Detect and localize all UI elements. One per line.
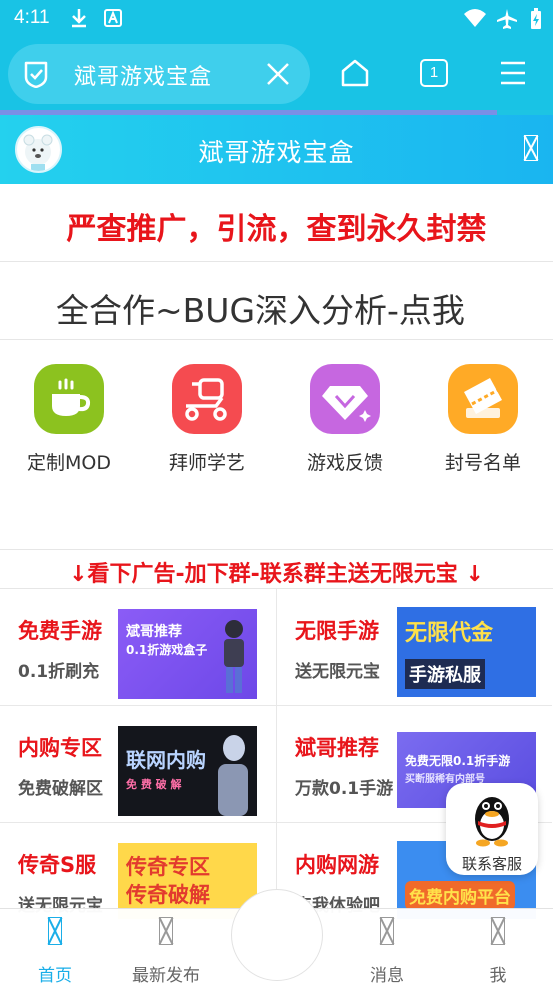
card-subtitle: 0.1折刷充 bbox=[18, 662, 100, 682]
nav-item-latest[interactable]: 最新发布 bbox=[111, 917, 221, 983]
bottom-navigation: 首页 最新发布 消息 我 bbox=[0, 889, 553, 983]
address-bar-title: 斌哥游戏宝盒 bbox=[74, 65, 213, 90]
person-illustration-icon bbox=[224, 620, 244, 693]
card-image-text: 免 费 破 解 bbox=[126, 778, 182, 791]
home-tab-icon bbox=[48, 917, 62, 945]
nav-item-home[interactable]: 首页 bbox=[0, 917, 110, 983]
nav-label: 消息 bbox=[370, 966, 404, 983]
grid-item-custom-mod[interactable]: 定制MOD bbox=[0, 364, 138, 475]
card-title: 内购专区 bbox=[18, 736, 102, 760]
battery-icon bbox=[531, 8, 541, 29]
nav-label: 最新发布 bbox=[132, 966, 200, 983]
card-image-text: 无限代金 bbox=[405, 621, 494, 646]
grid-label: 游戏反馈 bbox=[306, 452, 383, 474]
card-image-text: 斌哥推荐 bbox=[126, 624, 182, 640]
person-illustration-icon bbox=[218, 735, 248, 816]
messages-tab-icon bbox=[380, 917, 394, 945]
card-banner-image: 斌哥推荐 0.1折游戏盒子 bbox=[118, 609, 257, 699]
card-banner-image: 联网内购 免 费 破 解 bbox=[118, 726, 257, 816]
wifi-icon bbox=[464, 9, 486, 27]
grid-label: 定制MOD bbox=[27, 452, 111, 474]
profile-tab-icon bbox=[491, 917, 505, 945]
app-header: 斌哥游戏宝盒 bbox=[0, 115, 553, 184]
center-action-button[interactable] bbox=[231, 889, 323, 981]
card-title: 内购网游 bbox=[295, 853, 379, 877]
feature-grid: 定制MOD 拜师学艺 游戏反馈 封号名单 bbox=[0, 340, 553, 550]
game-card[interactable]: 无限手游 送无限元宝 无限代金 手游私服 bbox=[276, 589, 552, 706]
card-image-text: 联网内购 bbox=[126, 748, 206, 772]
ad-banner[interactable]: ↓看下广告-加下群-联系群主送无限元宝 ↓ bbox=[0, 550, 553, 589]
ticket-icon bbox=[448, 364, 518, 434]
airplane-icon bbox=[497, 9, 517, 29]
grid-item-ban-list[interactable]: 封号名单 bbox=[414, 364, 552, 475]
warning-notice: 严查推广，引流，查到永久封禁 bbox=[0, 184, 553, 262]
grid-label: 封号名单 bbox=[444, 452, 521, 474]
nav-label: 我 bbox=[489, 966, 507, 983]
announcement-text: 全合作~BUG深入分析-点我 bbox=[56, 291, 465, 330]
nav-item-me[interactable]: 我 bbox=[443, 917, 553, 983]
card-image-text: 0.1折游戏盒子 bbox=[126, 643, 208, 657]
game-card[interactable]: 内购专区 免费破解区 联网内购 免 费 破 解 bbox=[0, 706, 276, 823]
text-app-icon bbox=[104, 9, 122, 27]
card-image-text: 免费内购平台 bbox=[405, 881, 515, 910]
card-image-text: 传奇破解 bbox=[126, 883, 210, 907]
card-image-text: 传奇专区 bbox=[126, 855, 210, 879]
share-icon[interactable] bbox=[524, 135, 538, 161]
contact-service-button[interactable]: 联系客服 bbox=[446, 783, 538, 875]
card-title: 免费手游 bbox=[18, 619, 102, 643]
diamond-icon bbox=[310, 364, 380, 434]
card-image-text: 手游私服 bbox=[405, 659, 485, 689]
grid-item-apprentice[interactable]: 拜师学艺 bbox=[138, 364, 276, 475]
card-title: 无限手游 bbox=[295, 619, 379, 643]
card-subtitle: 万款0.1手游 bbox=[295, 779, 394, 799]
home-icon[interactable] bbox=[340, 58, 370, 88]
contact-service-label: 联系客服 bbox=[461, 855, 522, 873]
menu-icon[interactable] bbox=[499, 60, 527, 86]
qq-penguin-icon bbox=[475, 797, 509, 847]
nav-label: 首页 bbox=[38, 966, 72, 983]
scooter-icon bbox=[172, 364, 242, 434]
card-image-text: 免费无限0.1折手游 bbox=[405, 754, 511, 768]
game-card[interactable]: 免费手游 0.1折刷充 斌哥推荐 0.1折游戏盒子 bbox=[0, 589, 276, 706]
card-subtitle: 免费破解区 bbox=[18, 779, 103, 799]
status-bar: 4:11 bbox=[0, 0, 553, 36]
game-card[interactable]: 传奇S服 送无限元宝 传奇专区 传奇破解 bbox=[0, 823, 276, 919]
close-icon[interactable] bbox=[264, 60, 292, 88]
card-banner-image: 无限代金 手游私服 bbox=[397, 607, 536, 697]
card-subtitle: 送无限元宝 bbox=[295, 662, 380, 682]
card-title: 斌哥推荐 bbox=[295, 736, 379, 760]
nav-item-messages[interactable]: 消息 bbox=[332, 917, 442, 983]
page-title: 斌哥游戏宝盒 bbox=[198, 138, 355, 167]
shield-check-icon bbox=[24, 61, 48, 88]
address-bar[interactable]: 斌哥游戏宝盒 bbox=[8, 44, 310, 104]
browser-toolbar: 斌哥游戏宝盒 1 bbox=[0, 36, 553, 110]
cup-icon bbox=[34, 364, 104, 434]
grid-item-feedback[interactable]: 游戏反馈 bbox=[276, 364, 414, 475]
download-icon bbox=[72, 9, 86, 28]
scrolling-announcement[interactable]: 全合作~BUG深入分析-点我 bbox=[0, 262, 553, 340]
latest-tab-icon bbox=[159, 917, 173, 945]
tabs-icon[interactable]: 1 bbox=[420, 59, 448, 87]
status-time: 4:11 bbox=[14, 7, 50, 28]
grid-label: 拜师学艺 bbox=[168, 452, 245, 474]
card-title: 传奇S服 bbox=[18, 853, 97, 877]
